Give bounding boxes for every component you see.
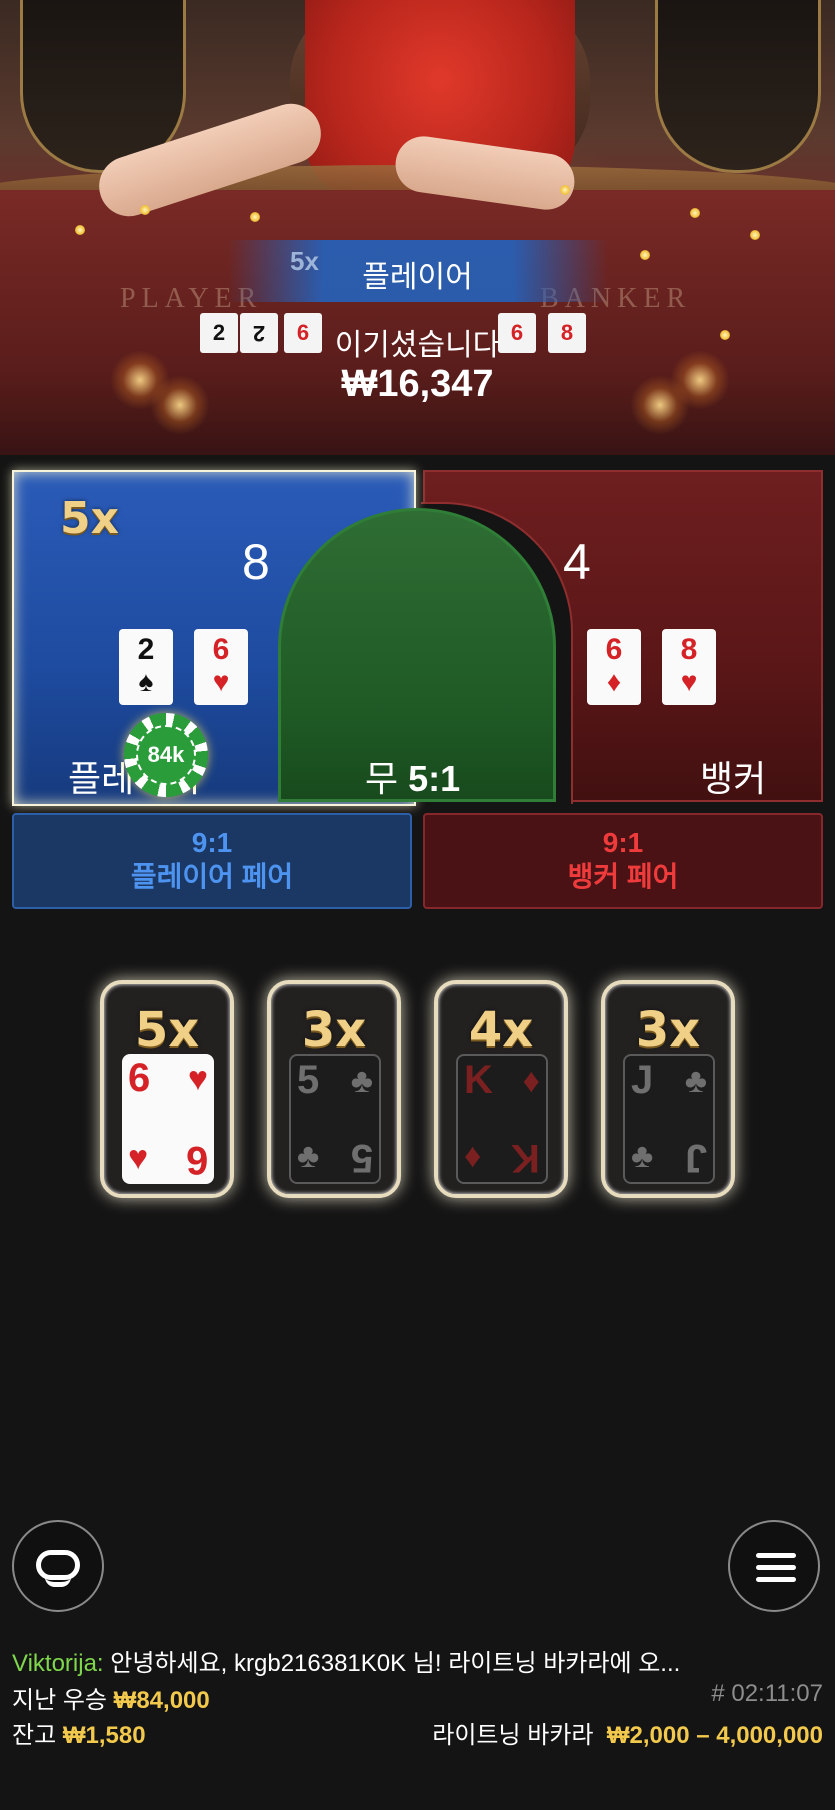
club-icon: ♣ xyxy=(631,1137,654,1175)
banker-pair-label: 뱅커 페어 xyxy=(567,861,679,892)
table-limits[interactable]: 라이트닝 바카라 ₩2,000 – 4,000,000 xyxy=(432,1715,823,1750)
sparkle xyxy=(750,230,760,240)
tie-spot-label: 무 5:1 xyxy=(365,758,461,799)
player-card: 2 ♠ xyxy=(119,629,173,705)
sparkle xyxy=(250,212,260,222)
lightning-card-face: 5 ♣ ♣ 5 xyxy=(289,1054,381,1184)
lightning-card: 5x 6 ♥ ♥ 6 xyxy=(100,980,234,1198)
player-pair-bet-spot[interactable]: 9:1 플레이어 페어 xyxy=(12,813,412,909)
heart-icon: ♥ xyxy=(187,1060,208,1098)
menu-button[interactable] xyxy=(728,1520,820,1612)
chat-button[interactable] xyxy=(12,1520,104,1612)
club-icon: ♣ xyxy=(297,1137,320,1175)
round-id: # 02:11:07 xyxy=(711,1680,823,1707)
lightning-multiplier: 3x xyxy=(635,1002,701,1058)
lightning-card-face: 6 ♥ ♥ 6 xyxy=(122,1054,214,1184)
last-win-value: ₩84,000 xyxy=(113,1687,210,1714)
last-win-label: 지난 우승 xyxy=(12,1687,107,1714)
player-score: 8 xyxy=(242,534,270,590)
banker-score: 4 xyxy=(563,534,591,590)
balance-value: ₩1,580 xyxy=(62,1722,146,1749)
win-amount: ₩16,347 xyxy=(341,363,494,405)
player-pair-label: 플레이어 페어 xyxy=(130,861,294,892)
player-card: 6 ♥ xyxy=(194,629,248,705)
diamond-icon: ♦ xyxy=(522,1062,540,1100)
lightning-multiplier: 4x xyxy=(468,1002,534,1058)
last-win: 지난 우승 ₩84,000 xyxy=(12,1680,210,1715)
lightning-multiplier: 3x xyxy=(301,1002,367,1058)
background-window xyxy=(655,0,821,173)
chat-text: 안녕하세요, krgb216381K0K 님! 라이트닝 바카라에 오... xyxy=(110,1650,681,1677)
player-pair-odds: 9:1 xyxy=(191,827,233,858)
banker-card: 8 ♥ xyxy=(662,629,716,705)
tie-odds: 5:1 xyxy=(408,758,461,799)
banker-pair-odds: 9:1 xyxy=(602,827,644,858)
lightning-card: 3x J ♣ ♣ J xyxy=(601,980,735,1198)
bet-limits: ₩2,000 – 4,000,000 xyxy=(606,1722,823,1749)
heart-icon: ♥ xyxy=(128,1139,149,1177)
win-message: 이기셨습니다 xyxy=(334,329,501,362)
sparkle xyxy=(75,225,85,235)
banker-spot-label: 뱅커 xyxy=(700,758,767,799)
live-video-feed: PLAYER BANKER 2 2 6 6 8 5x 플레이어 이기셨습니다 ₩… xyxy=(0,0,835,455)
chat-author: Viktorija: xyxy=(12,1650,104,1677)
banker-pair-bet-spot[interactable]: 9:1 뱅커 페어 xyxy=(423,813,823,909)
player-multiplier: 5x xyxy=(60,493,119,544)
bet-chip[interactable]: 84k xyxy=(124,713,208,797)
chat-message: Viktorija: 안녕하세요, krgb216381K0K 님! 라이트닝 … xyxy=(12,1643,680,1678)
banker-card: 6 ♦ xyxy=(587,629,641,705)
sparkle xyxy=(140,205,150,215)
winning-side: 플레이어 xyxy=(362,261,473,294)
club-icon: ♣ xyxy=(684,1062,707,1100)
club-icon: ♣ xyxy=(350,1062,373,1100)
diamond-icon: ♦ xyxy=(464,1137,482,1175)
sparkle xyxy=(690,208,700,218)
game-name: 라이트닝 바카라 xyxy=(432,1722,594,1749)
chip-value: 84k xyxy=(136,725,196,785)
balance: 잔고 ₩1,580 xyxy=(12,1715,146,1750)
sparkle xyxy=(560,185,570,195)
lightning-card: 3x 5 ♣ ♣ 5 xyxy=(267,980,401,1198)
lightning-card: 4x K ♦ ♦ K xyxy=(434,980,568,1198)
lightning-card-face: K ♦ ♦ K xyxy=(456,1054,548,1184)
lightning-card-face: J ♣ ♣ J xyxy=(623,1054,715,1184)
balance-label: 잔고 xyxy=(12,1722,57,1749)
chat-bubble-icon xyxy=(36,1550,80,1587)
lightning-multiplier: 5x xyxy=(134,1002,200,1058)
